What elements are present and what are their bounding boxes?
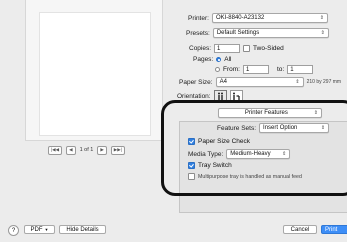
copies-field[interactable]: 1 (214, 44, 241, 53)
pdf-label: PDF (30, 226, 43, 233)
pages-all-radio[interactable] (216, 57, 222, 62)
presets-value: Default Settings (216, 30, 260, 36)
pages-to-label: to: (276, 66, 285, 73)
landscape-icon (232, 92, 240, 100)
pages-range-row: From: 1 to: 1 (215, 65, 314, 74)
paper-size-popup[interactable]: A4 ⇕ (215, 77, 304, 87)
paper-size-value: A4 (219, 79, 227, 85)
pdf-menu-button[interactable]: PDF ▼ (24, 225, 55, 234)
paper-size-row: Paper Size: A4 ⇕ 210 by 297 mm (179, 77, 341, 87)
two-sided-label: Two-Sided (253, 45, 284, 52)
pages-row: Pages: All (193, 56, 231, 63)
page-counter: 1 of 1 (79, 147, 94, 153)
printer-value: OKI-8840-A23132 (215, 15, 265, 21)
pages-all-label: All (224, 56, 232, 63)
highlight-outline (161, 100, 347, 196)
popup-arrows-icon: ⇕ (295, 79, 300, 85)
pages-label: Pages: (193, 56, 214, 63)
popup-arrows-icon: ⇕ (319, 15, 324, 21)
presets-row: Presets: Default Settings ⇕ (186, 28, 329, 38)
printer-label: Printer: (188, 14, 209, 22)
print-button[interactable]: Print (321, 225, 347, 234)
pages-from-field[interactable]: 1 (242, 65, 269, 74)
preview-pager: |◀◀ ◀ 1 of 1 ▶ ▶▶| (48, 145, 125, 155)
page-preview (39, 12, 151, 136)
popup-arrows-icon: ⇕ (320, 30, 325, 36)
pages-from-label: From: (223, 66, 240, 73)
bottom-bar: ? PDF ▼ Hide Details Cancel Print (0, 218, 347, 242)
cancel-button[interactable]: Cancel (283, 225, 317, 234)
portrait-icon (217, 92, 223, 100)
two-sided-checkbox[interactable] (243, 45, 251, 52)
print-dialog: |◀◀ ◀ 1 of 1 ▶ ▶▶| Printer: OKI-8840-A23… (0, 0, 347, 242)
help-button[interactable]: ? (8, 225, 19, 236)
pages-from-radio[interactable] (215, 67, 220, 72)
presets-popup[interactable]: Default Settings ⇕ (212, 28, 329, 38)
presets-label: Presets: (186, 29, 210, 37)
copies-row: Copies: 1 Two-Sided (189, 44, 284, 53)
orientation-label: Orientation: (177, 92, 211, 100)
chevron-down-icon: ▼ (44, 227, 49, 232)
next-page-button[interactable]: ▶ (97, 145, 107, 155)
preview-pane (25, 0, 163, 141)
paper-size-label: Paper Size: (179, 78, 213, 86)
previous-page-button[interactable]: ◀ (66, 145, 76, 155)
copies-label: Copies: (189, 45, 212, 52)
first-page-button[interactable]: |◀◀ (48, 145, 63, 155)
printer-popup[interactable]: OKI-8840-A23132 ⇕ (211, 13, 328, 23)
pages-to-field[interactable]: 1 (287, 65, 314, 74)
last-page-button[interactable]: ▶▶| (110, 145, 125, 155)
hide-details-button[interactable]: Hide Details (59, 225, 106, 234)
printer-row: Printer: OKI-8840-A23132 ⇕ (188, 13, 328, 23)
paper-size-dimensions: 210 by 297 mm (306, 79, 342, 85)
